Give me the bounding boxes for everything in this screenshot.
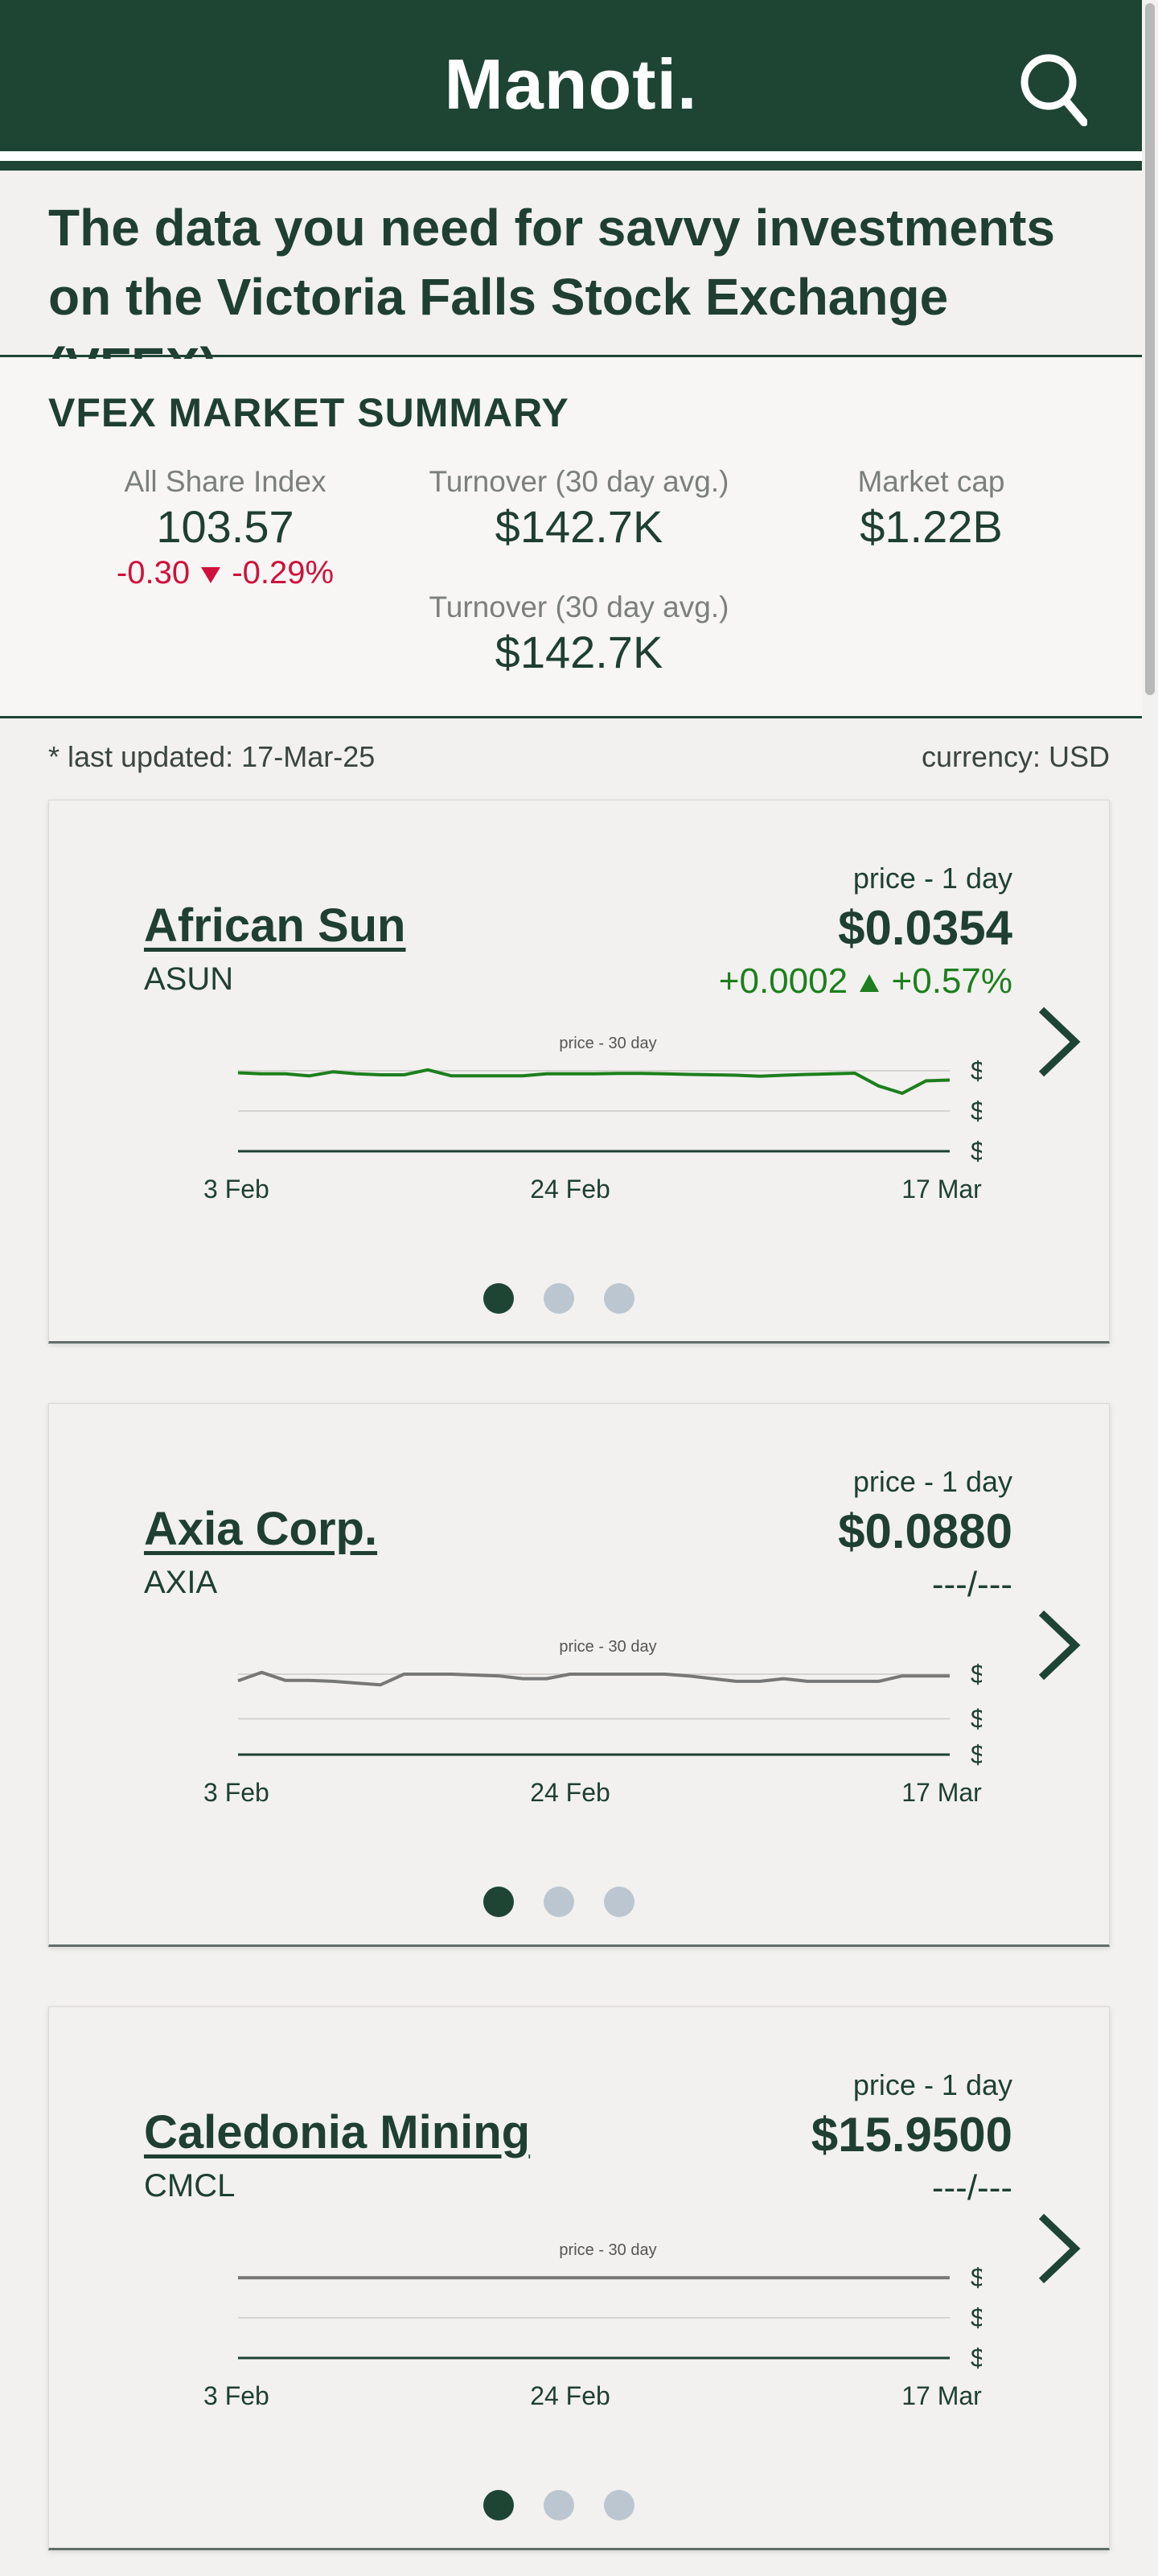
last-updated: * last updated: 17-Mar-25 <box>48 740 376 773</box>
carousel-dot[interactable] <box>544 2490 574 2520</box>
stock-card: Axia Corp. AXIA price - 1 day $0.0880 --… <box>48 1403 1110 1947</box>
search-icon[interactable] <box>1016 50 1087 130</box>
stock-price: $0.0880 <box>838 1504 1012 1558</box>
y-tick-label: $0.00 <box>971 1740 982 1769</box>
y-tick-label: $0.04 <box>971 1056 982 1085</box>
y-tick-label: $0.09 <box>971 1660 982 1689</box>
stock-name-link[interactable]: African Sun <box>144 899 406 953</box>
price-chart: price - 30 day $0.09 $0.04 $0.00 3 Feb 24 Feb… <box>203 1638 982 1807</box>
turnover-value-2: $142.7K <box>495 627 663 677</box>
x-tick-label: 3 Feb <box>203 1175 269 1204</box>
down-triangle-icon <box>201 567 221 584</box>
carousel-dot[interactable] <box>483 1283 514 1314</box>
brand-logo[interactable]: Manoti. <box>0 43 1142 126</box>
change-abs: -0.30 <box>116 555 191 591</box>
divider <box>0 355 1142 357</box>
change-pct: -0.29% <box>232 555 335 591</box>
chart-title: price - 30 day <box>559 1035 656 1052</box>
price-label: price - 1 day <box>852 862 1012 895</box>
market-cap-value: $1.22B <box>860 501 1003 552</box>
header-divider <box>0 151 1142 161</box>
price-label: price - 1 day <box>852 1465 1012 1498</box>
y-tick-label: $0.04 <box>971 1705 982 1734</box>
change-pct: +0.57% <box>891 961 1012 1001</box>
stock-name-link[interactable]: Axia Corp. <box>144 1502 377 1556</box>
price-change: ---/--- <box>931 1565 1012 1604</box>
price-change: +0.0002 +0.57% <box>719 961 1012 1002</box>
stock-name-link[interactable]: Caledonia Mining <box>144 2105 530 2159</box>
stock-ticker: CMCL <box>144 2168 236 2204</box>
stock-card: Caledonia Mining CMCL price - 1 day $15.… <box>48 2006 1110 2550</box>
x-tick-label: 24 Feb <box>530 2381 610 2410</box>
x-tick-label: 3 Feb <box>203 2381 269 2410</box>
stock-price: $0.0354 <box>838 901 1012 955</box>
turnover-value: $142.7K <box>495 501 663 552</box>
all-share-label: All Share Index <box>124 465 326 498</box>
carousel-dot[interactable] <box>604 2490 634 2520</box>
x-tick-label: 17 Mar <box>901 2381 982 2410</box>
carousel-dots <box>483 2490 644 2522</box>
header-bar: Manoti. <box>0 0 1142 151</box>
stock-price: $15.9500 <box>811 2108 1012 2162</box>
carousel-dot[interactable] <box>544 1887 574 1917</box>
chevron-right-icon[interactable] <box>1035 1605 1083 1685</box>
x-tick-label: 24 Feb <box>530 1175 610 1204</box>
carousel-dot[interactable] <box>604 1283 634 1314</box>
y-tick-label: $16.00 <box>971 2263 982 2292</box>
scrollbar-thumb[interactable] <box>1145 3 1155 695</box>
carousel-dot[interactable] <box>483 1887 514 1917</box>
x-tick-label: 17 Mar <box>901 1778 982 1807</box>
market-cap-label: Market cap <box>857 465 1005 498</box>
all-share-value: 103.57 <box>156 501 294 552</box>
carousel-dots <box>483 1283 644 1315</box>
up-triangle-icon <box>860 974 880 993</box>
change-abs: +0.0002 <box>718 961 848 1001</box>
x-tick-label: 3 Feb <box>203 1778 269 1807</box>
turnover-label-2: Turnover (30 day avg.) <box>429 591 729 623</box>
carousel-dot[interactable] <box>604 1887 634 1917</box>
stock-ticker: AXIA <box>144 1565 218 1600</box>
x-tick-label: 24 Feb <box>530 1778 610 1807</box>
price-line <box>237 1068 951 1095</box>
chevron-right-icon[interactable] <box>1035 1002 1083 1082</box>
market-summary-title: VFEX MARKET SUMMARY <box>48 390 569 435</box>
y-tick-label: $0.02 <box>971 1097 982 1125</box>
header-divider-bottom <box>0 161 1142 171</box>
x-tick-label: 17 Mar <box>901 1175 982 1204</box>
price-change: ---/--- <box>931 2168 1012 2208</box>
divider <box>0 716 1142 718</box>
carousel-dot[interactable] <box>483 2490 514 2520</box>
price-chart: price - 30 day $0.04 $0.02 $0.00 3 Feb 24 Feb… <box>203 1035 982 1204</box>
chart-title: price - 30 day <box>559 1638 656 1656</box>
stock-card: African Sun ASUN price - 1 day $0.0354 +… <box>48 800 1110 1344</box>
scrollbar[interactable] <box>1142 0 1158 2576</box>
y-tick-label: $0.00 <box>971 1137 982 1166</box>
carousel-dots <box>483 1887 644 1919</box>
turnover-label: Turnover (30 day avg.) <box>429 465 729 498</box>
all-share-change: -0.30 -0.29% <box>56 555 394 591</box>
carousel-dot[interactable] <box>544 1283 574 1314</box>
price-chart: price - 30 day $16.00 $8.00 $0.00 3 Feb 24 Fe… <box>203 2241 982 2410</box>
y-tick-label: $8.00 <box>971 2303 982 2332</box>
currency-label: currency: USD <box>921 740 1110 773</box>
stock-ticker: ASUN <box>144 961 234 997</box>
y-tick-label: $0.00 <box>971 2344 982 2372</box>
price-label: price - 1 day <box>852 2068 1012 2101</box>
chevron-right-icon[interactable] <box>1035 2208 1083 2289</box>
chart-title: price - 30 day <box>559 2241 656 2259</box>
